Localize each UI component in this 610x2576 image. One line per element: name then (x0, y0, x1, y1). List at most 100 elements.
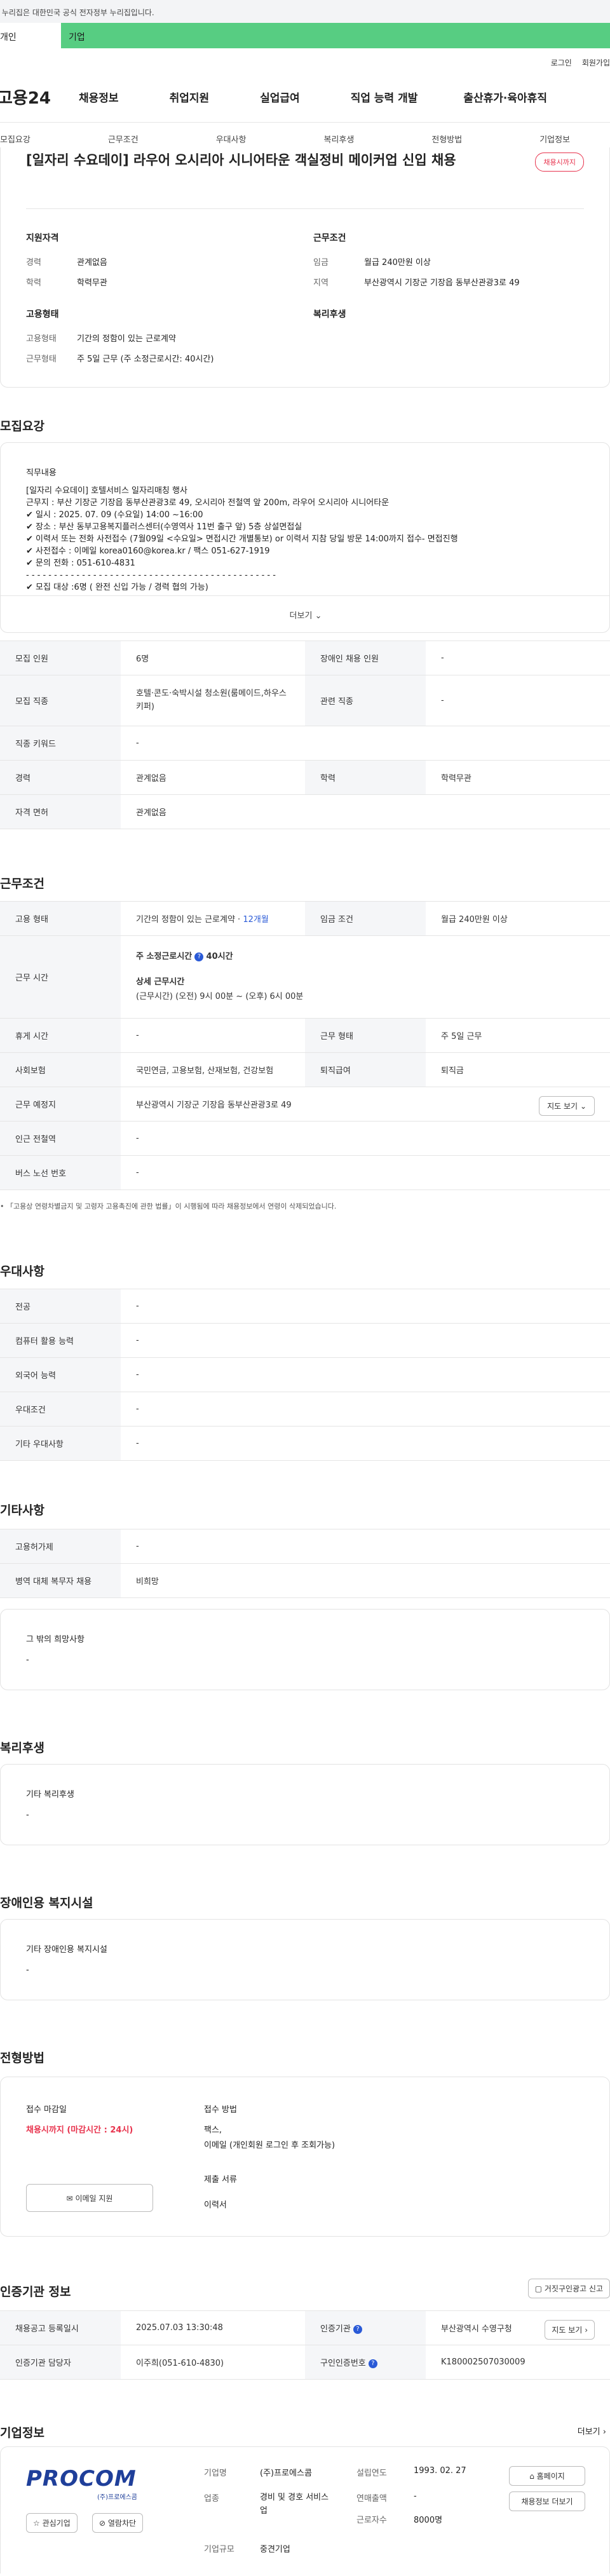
insurance-label: 사회보험 (0, 1052, 121, 1087)
report-button[interactable]: ▢ 거짓구인광고 신고 (527, 2279, 610, 2298)
insurance-value: 국민연금, 고용보험, 산재보험, 건강보험 (121, 1052, 305, 1087)
table-row: 자격 면허 관계없음 (0, 794, 610, 829)
chevron-right-icon: › (585, 2326, 588, 2335)
emp-type-value: 기간의 정함이 있는 근로계약 (77, 334, 176, 344)
top-tabs: 개인 기업 (0, 23, 610, 48)
anchor-welfare[interactable]: 복리후생 (324, 133, 355, 145)
cert-table: 채용공고 등록일시 2025.07.03 13:30:48 인증기관 ? 부산광… (0, 2310, 610, 2380)
table-row: 인증기관 담당자 이주희(051-610-4830) 구인인증번호 ? K180… (0, 2345, 610, 2380)
help-icon[interactable]: ? (368, 2359, 377, 2368)
cert-num-label: 구인인증번호 (320, 2359, 366, 2368)
job-title: [일자리 수요데이] 라우어 오시리아 시니어타운 객실정비 메이커업 신입 채… (26, 153, 456, 168)
join-link[interactable]: 회원가입 (582, 57, 610, 71)
homepage-label: 홈페이지 (536, 2472, 565, 2481)
military-value: 비희망 (121, 1563, 610, 1598)
deadline-badge: 채용시까지 (535, 153, 584, 172)
anchor-selection[interactable]: 전형방법 (431, 133, 462, 145)
bullet-icon: • (0, 1202, 6, 1210)
place-value: 부산광역시 기장군 기장읍 동부산관광3로 49 (136, 1101, 292, 1110)
cert-map-button[interactable]: 지도 보기 › (545, 2320, 595, 2340)
table-row: 채용공고 등록일시 2025.07.03 13:30:48 인증기관 ? 부산광… (0, 2310, 610, 2345)
work-form-label: 근무형태 (26, 355, 57, 364)
docs-heading: 제출 서류 (204, 2175, 237, 2185)
table-row: 전공 - (0, 1289, 610, 1324)
emp-permit-label: 고용허가제 (0, 1529, 121, 1564)
career-value: 관계없음 (121, 760, 305, 795)
gnb-item-training[interactable]: 직업 능력 개발 (351, 89, 418, 105)
edu-value: 학력무관 (426, 760, 610, 795)
count-value: 6명 (121, 641, 305, 675)
email-apply-button[interactable]: ✉ 이메일 지원 (26, 2184, 153, 2212)
other-wish-card: 그 밖의 희망사항 - (0, 1609, 610, 1690)
anchor-pref[interactable]: 우대사항 (216, 133, 247, 145)
anchor-work[interactable]: 근무조건 (108, 133, 139, 145)
table-row: 직종 키워드 - (0, 726, 610, 761)
help-icon[interactable]: ? (194, 952, 204, 961)
edu-label: 학력 (26, 278, 41, 288)
duty-more-button[interactable]: 더보기 ⌄ (1, 595, 610, 632)
org-label: 인증기관 (320, 2324, 351, 2334)
more-label: 더보기 (289, 611, 313, 621)
disabled-value: - (26, 1965, 29, 1975)
place-label: 근무 예정지 (0, 1087, 121, 1122)
rest-label: 휴게 시간 (0, 1018, 121, 1053)
gnb-item-leave[interactable]: 출산휴가·육아휴직 (463, 89, 547, 105)
job-summary-card: [일자리 수요데이] 라우어 오시리아 시니어타운 객실정비 메이커업 신입 채… (0, 147, 610, 388)
tab-company[interactable]: 기업 (61, 23, 610, 48)
table-row: 우대조건 - (0, 1392, 610, 1427)
type-value: 기간의 정함이 있는 근로계약 · (136, 915, 243, 925)
pref-label: 전공 (0, 1289, 121, 1324)
recruit-table: 모집 인원 6명 장애인 채용 인원 - 모집 직종 호텔·콘도·숙박시설 청소… (0, 641, 610, 829)
table-row: 버스 노선 번호 - (0, 1155, 610, 1190)
gnb-item-support[interactable]: 취업지원 (170, 89, 210, 105)
job-info-more-label: 채용정보 더보기 (521, 2497, 573, 2506)
company-card: PROCOM (주)프로에스콤 ☆ 관심기업 ⊘ 열람차단 기업명 (주)프로에… (0, 2446, 610, 2573)
deadline-heading: 접수 마감일 (26, 2105, 67, 2115)
license-value: 관계없음 (121, 794, 610, 829)
pref-label: 우대조건 (0, 1392, 121, 1427)
site-logo[interactable]: 고용24 (0, 85, 67, 109)
anchor-company[interactable]: 기업정보 (539, 133, 570, 145)
job-label: 모집 직종 (0, 675, 121, 726)
table-row: 근무 예정지 부산광역시 기장군 기장읍 동부산관광3로 49 지도 보기 ⌄ (0, 1087, 610, 1122)
tab-personal[interactable]: 개인 (0, 23, 61, 48)
work-form-value: 주 5일 근무 (주 소정근로시간: 40시간) (77, 355, 214, 364)
duty-line: 근무지 : 부산 기장군 기장읍 동부산관광3로 49, 오시리아 전철역 앞 … (26, 498, 390, 508)
work-heading: 근무조건 (0, 877, 44, 891)
login-link[interactable]: 로그인 (551, 57, 572, 71)
job-info-more-button[interactable]: 채용정보 더보기 (509, 2491, 585, 2511)
help-icon[interactable]: ? (353, 2324, 362, 2334)
gnb-item-benefit[interactable]: 실업급여 (260, 89, 300, 105)
duty-line: - - - - - - - - - - - - - - - - - - - - … (26, 571, 276, 580)
qual-heading: 지원자격 (26, 233, 59, 243)
cond-heading: 근무조건 (313, 233, 346, 243)
founded-label: 설립연도 (356, 2469, 387, 2478)
doc-icon: ▢ (534, 2284, 543, 2293)
cert-map-label: 지도 보기 (552, 2326, 583, 2335)
block-view-button[interactable]: ⊘ 열람차단 (92, 2513, 144, 2533)
bus-value: - (121, 1155, 610, 1190)
pref-value: - (121, 1289, 610, 1324)
block-label: 열람차단 (107, 2519, 137, 2528)
favorite-company-button[interactable]: ☆ 관심기업 (26, 2513, 78, 2533)
gnb-item-jobs[interactable]: 채용정보 (79, 89, 119, 105)
hours-weekly-label: 주 소정근로시간 (136, 952, 193, 962)
company-logo: PROCOM (주)프로에스콤 (26, 2466, 153, 2502)
recruit-heading: 모집요강 (0, 419, 44, 433)
company-more-link[interactable]: 더보기 › (578, 2425, 606, 2437)
utility-nav: 로그인 회원가입 (0, 48, 610, 71)
duty-line: ✔ 사전접수 : 이메일 korea0160@korea.kr / 팩스 051… (26, 546, 270, 556)
emp-type-heading: 고용형태 (26, 309, 59, 320)
homepage-button[interactable]: ⌂ 홈페이지 (509, 2466, 585, 2486)
divider (26, 208, 584, 209)
mail-icon: ✉ (66, 2194, 73, 2203)
disabled-label: 장애인 채용 인원 (305, 641, 426, 675)
table-row: 고용허가제 - (0, 1529, 610, 1564)
form-value: 주 5일 근무 (426, 1018, 610, 1053)
company-more-label: 더보기 (577, 2427, 600, 2437)
anchor-recruit[interactable]: 모집요강 (0, 133, 30, 145)
wage-value: 월급 240만원 이상 (364, 258, 431, 268)
pref-heading: 우대사항 (0, 1264, 44, 1278)
org-value: 부산광역시 수영구청 (441, 2324, 512, 2334)
map-button[interactable]: 지도 보기 ⌄ (539, 1096, 595, 1116)
